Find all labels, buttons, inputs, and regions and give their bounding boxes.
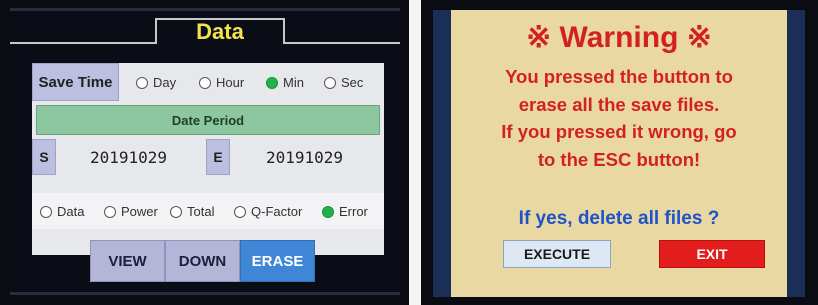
end-date-field[interactable]: 20191029	[266, 148, 343, 167]
left-screen-edge	[433, 10, 451, 297]
action-buttons: VIEW DOWN ERASE	[90, 240, 315, 282]
day-label: Day	[153, 75, 177, 90]
data-screen: Data Save Time Day Hour Min Sec Date Per…	[10, 8, 400, 295]
view-button[interactable]: VIEW	[90, 240, 165, 282]
data-type-total-option[interactable]: Total	[170, 204, 214, 219]
data-type-power-option[interactable]: Power	[104, 204, 158, 219]
radio-sec[interactable]	[324, 76, 336, 89]
start-date-label: S	[32, 139, 56, 175]
screen-top-edge	[10, 8, 400, 11]
data-type-qfactor-option[interactable]: Q-Factor	[234, 204, 302, 219]
data-type-row: Data Power Total Q-Factor Error	[32, 193, 384, 229]
title-divider-left	[10, 42, 155, 44]
warning-screen: ※ Warning ※ You pressed the button to er…	[433, 10, 805, 297]
down-button[interactable]: DOWN	[165, 240, 240, 282]
min-label: Min	[283, 75, 304, 90]
warning-line-1: You pressed the button to	[505, 66, 733, 87]
warning-title: ※ Warning ※	[526, 21, 712, 54]
start-date-field[interactable]: 20191029	[90, 148, 167, 167]
error-label: Error	[339, 204, 368, 219]
execute-button[interactable]: EXECUTE	[503, 240, 611, 268]
data-type-data-option[interactable]: Data	[40, 204, 84, 219]
radio-data[interactable]	[40, 205, 52, 218]
save-time-min-option[interactable]: Min	[266, 75, 304, 90]
data-form: Save Time Day Hour Min Sec Date Period S…	[32, 63, 384, 255]
save-time-hour-option[interactable]: Hour	[199, 75, 244, 90]
warning-message: You pressed the button to erase all the …	[455, 63, 783, 173]
right-screen-edge	[787, 10, 805, 297]
radio-power[interactable]	[104, 205, 116, 218]
radio-error[interactable]	[322, 205, 334, 218]
radio-qfactor[interactable]	[234, 205, 246, 218]
warning-device-photo: ※ Warning ※ You pressed the button to er…	[421, 0, 818, 305]
date-range-row: S 20191029 E 20191029	[32, 139, 384, 175]
radio-total[interactable]	[170, 205, 182, 218]
warning-dialog: ※ Warning ※ You pressed the button to er…	[451, 10, 787, 297]
exit-button[interactable]: EXIT	[659, 240, 765, 268]
warning-line-4: to the ESC button!	[537, 148, 701, 170]
radio-min[interactable]	[266, 76, 278, 89]
radio-hour[interactable]	[199, 76, 211, 89]
data-device-photo: Data Save Time Day Hour Min Sec Date Per…	[0, 0, 409, 305]
power-label: Power	[121, 204, 158, 219]
title-divider-right	[285, 42, 400, 44]
date-period-header: Date Period	[36, 105, 380, 135]
radio-day[interactable]	[136, 76, 148, 89]
warning-line-3: If you pressed it wrong, go	[501, 121, 737, 142]
warning-line-2: erase all the save files.	[518, 93, 720, 115]
screen-bottom-edge	[10, 292, 400, 295]
save-time-row: Save Time Day Hour Min Sec	[32, 63, 384, 101]
delete-confirmation-question: If yes, delete all files ?	[518, 208, 720, 229]
hour-label: Hour	[216, 75, 245, 90]
data-label: Data	[57, 204, 85, 219]
total-label: Total	[187, 204, 215, 219]
erase-button[interactable]: ERASE	[240, 240, 315, 282]
sec-label: Sec	[341, 75, 364, 90]
save-time-day-option[interactable]: Day	[136, 75, 176, 90]
data-type-error-option[interactable]: Error	[322, 204, 368, 219]
screen-title: Data	[155, 18, 285, 44]
save-time-sec-option[interactable]: Sec	[324, 75, 363, 90]
save-time-label: Save Time	[32, 63, 119, 101]
qfactor-label: Q-Factor	[251, 204, 303, 219]
end-date-label: E	[206, 139, 230, 175]
